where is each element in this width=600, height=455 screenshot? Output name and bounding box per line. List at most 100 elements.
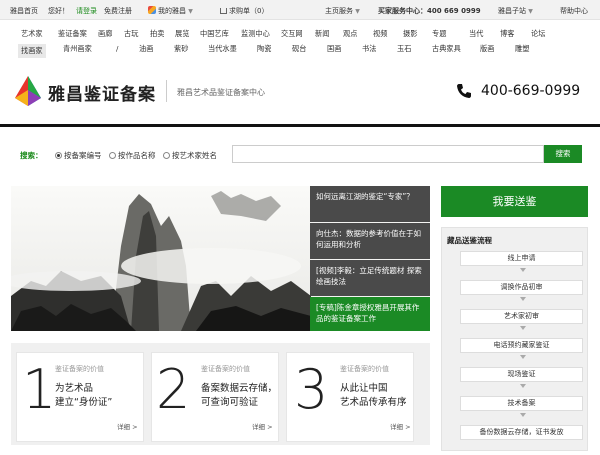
phone-icon <box>457 84 471 98</box>
substation-menu[interactable]: 雅昌子站 ▼ <box>498 6 533 16</box>
nav-divider: / <box>116 44 119 53</box>
nav-item[interactable]: 专题 <box>432 29 446 39</box>
nav-item[interactable]: 论坛 <box>531 29 545 39</box>
logo-icon[interactable] <box>15 76 41 106</box>
nav-item[interactable]: 砚台 <box>292 44 306 54</box>
radio-icon <box>109 152 116 159</box>
card-heading: 鉴证备案的价值 <box>340 365 389 373</box>
nav-item[interactable]: 古典家具 <box>432 44 461 54</box>
nav-item[interactable]: 艺术家 <box>21 29 43 39</box>
card-heading: 鉴证备案的价值 <box>201 365 250 373</box>
card-number: 2 <box>156 358 191 421</box>
news-item[interactable]: 向仕杰：数据的参考价值在于如何运用和分析 <box>310 223 430 259</box>
cart-link[interactable]: 求购单（0） <box>220 6 268 16</box>
search-button[interactable]: 搜索 <box>544 145 582 163</box>
main-nav: 艺术家 鉴证备案 画廊 古玩 拍卖 展览 中国艺库 监测中心 交互网 新闻 观点… <box>0 23 600 63</box>
nav-item[interactable]: 监测中心 <box>241 29 270 39</box>
card-heading: 鉴证备案的价值 <box>55 365 104 373</box>
nav-item[interactable]: 陶瓷 <box>257 44 271 54</box>
nav-item[interactable]: 当代水墨 <box>208 44 237 54</box>
flow-step[interactable]: 备份数据云存储，证书发放 <box>460 425 583 440</box>
flow-step[interactable]: 艺术家初审 <box>460 309 583 324</box>
logo-text[interactable]: 雅昌鉴证备案 <box>48 80 156 105</box>
news-item-active[interactable]: [专稿]陈金章授权雅昌开展其作品的鉴证备案工作 <box>310 297 430 331</box>
nav-item[interactable]: 观点 <box>343 29 357 39</box>
chevron-down-icon: ▼ <box>355 8 360 15</box>
flow-step[interactable]: 现场鉴证 <box>460 367 583 382</box>
nav-item[interactable]: 展览 <box>175 29 189 39</box>
top-bar: 雅昌首页 您好！ 请登录 免费注册 我的雅昌 ▼ 求购单（0） 主页服务 ▼ 买… <box>0 0 600 20</box>
arrow-down-icon <box>520 268 526 272</box>
card-number: 1 <box>22 358 57 421</box>
nav-item[interactable]: 交互网 <box>281 29 303 39</box>
radio-icon <box>163 152 170 159</box>
nav-item[interactable]: 油画 <box>139 44 153 54</box>
phone-number: 400-669-0999 <box>481 83 581 99</box>
nav-item[interactable]: 新闻 <box>315 29 329 39</box>
nav-item[interactable]: 青州画家 <box>63 44 92 54</box>
home-link[interactable]: 雅昌首页 <box>10 6 38 16</box>
nav-item[interactable]: 鉴证备案 <box>58 29 87 39</box>
logo-divider <box>166 80 167 102</box>
flow-step[interactable]: 电话预约藏家鉴证 <box>460 338 583 353</box>
radio-by-artist[interactable]: 按艺术家姓名 <box>163 150 217 161</box>
landscape-painting <box>11 186 311 331</box>
nav-item[interactable]: 书法 <box>362 44 376 54</box>
flow-step[interactable]: 技术备案 <box>460 396 583 411</box>
search-label: 搜索： <box>20 151 43 160</box>
nav-item[interactable]: 当代 <box>469 29 483 39</box>
nav-item[interactable]: 博客 <box>500 29 514 39</box>
card-more-link[interactable]: 详细 > <box>390 421 411 431</box>
search-input[interactable] <box>232 145 544 163</box>
card-number: 3 <box>294 358 329 421</box>
chevron-down-icon: ▼ <box>188 8 193 15</box>
radio-by-number[interactable]: 按备案编号 <box>55 150 102 161</box>
nav-item[interactable]: 找画家 <box>18 44 46 58</box>
news-item[interactable]: 如何远离江湖的鉴定“专家”？ <box>310 186 430 222</box>
nav-item[interactable]: 国画 <box>327 44 341 54</box>
cart-icon <box>220 8 227 14</box>
arrow-down-icon <box>520 413 526 417</box>
nav-item[interactable]: 摄影 <box>403 29 417 39</box>
flow-step[interactable]: 调换作品初审 <box>460 280 583 295</box>
header-divider <box>0 124 600 127</box>
nav-item[interactable]: 视频 <box>373 29 387 39</box>
logo-subtitle: 雅昌艺术品鉴证备案中心 <box>177 88 265 97</box>
login-link[interactable]: 请登录 <box>76 6 97 16</box>
card-more-link[interactable]: 详细 > <box>252 421 273 431</box>
card-more-link[interactable]: 详细 > <box>117 421 138 431</box>
greeting-text: 您好！ <box>48 7 69 15</box>
flow-title: 藏品送鉴流程 <box>447 236 492 245</box>
card-text: 从此让中国 <box>340 383 388 394</box>
my-artron-menu[interactable]: 我的雅昌 ▼ <box>148 6 193 16</box>
service-menu[interactable]: 主页服务 ▼ <box>325 6 360 16</box>
card-text: 建立“身份证” <box>55 397 113 408</box>
arrow-down-icon <box>520 326 526 330</box>
radio-selected-icon <box>55 152 62 159</box>
news-item[interactable]: [视频]李毅：立足传统题材 探索绘画技法 <box>310 260 430 296</box>
arrow-down-icon <box>520 355 526 359</box>
nav-item[interactable]: 画廊 <box>98 29 112 39</box>
card-text: 备案数据云存储， <box>201 383 278 394</box>
card-text: 艺术品传承有序 <box>340 397 407 408</box>
help-link[interactable]: 帮助中心 <box>560 6 588 16</box>
register-link[interactable]: 免费注册 <box>104 6 132 16</box>
chevron-down-icon: ▼ <box>528 8 533 15</box>
nav-item[interactable]: 古玩 <box>124 29 138 39</box>
card-text: 可查询可验证 <box>201 397 259 408</box>
send-for-appraisal-button[interactable]: 我要送鉴 <box>441 186 588 217</box>
radio-by-title[interactable]: 按作品名称 <box>109 150 156 161</box>
nav-item[interactable]: 雕塑 <box>515 44 529 54</box>
artron-icon <box>148 6 156 14</box>
nav-item[interactable]: 玉石 <box>397 44 411 54</box>
flow-step[interactable]: 线上申请 <box>460 251 583 266</box>
news-list: 如何远离江湖的鉴定“专家”？ 向仕杰：数据的参考价值在于如何运用和分析 [视频]… <box>310 186 430 331</box>
hotline-text: 买家服务中心：400 669 0999 <box>378 7 481 15</box>
arrow-down-icon <box>520 384 526 388</box>
nav-item[interactable]: 紫砂 <box>174 44 188 54</box>
nav-item[interactable]: 版画 <box>480 44 494 54</box>
card-text: 为艺术品 <box>55 383 94 394</box>
nav-item[interactable]: 拍卖 <box>150 29 164 39</box>
nav-item[interactable]: 中国艺库 <box>200 29 229 39</box>
arrow-down-icon <box>520 297 526 301</box>
